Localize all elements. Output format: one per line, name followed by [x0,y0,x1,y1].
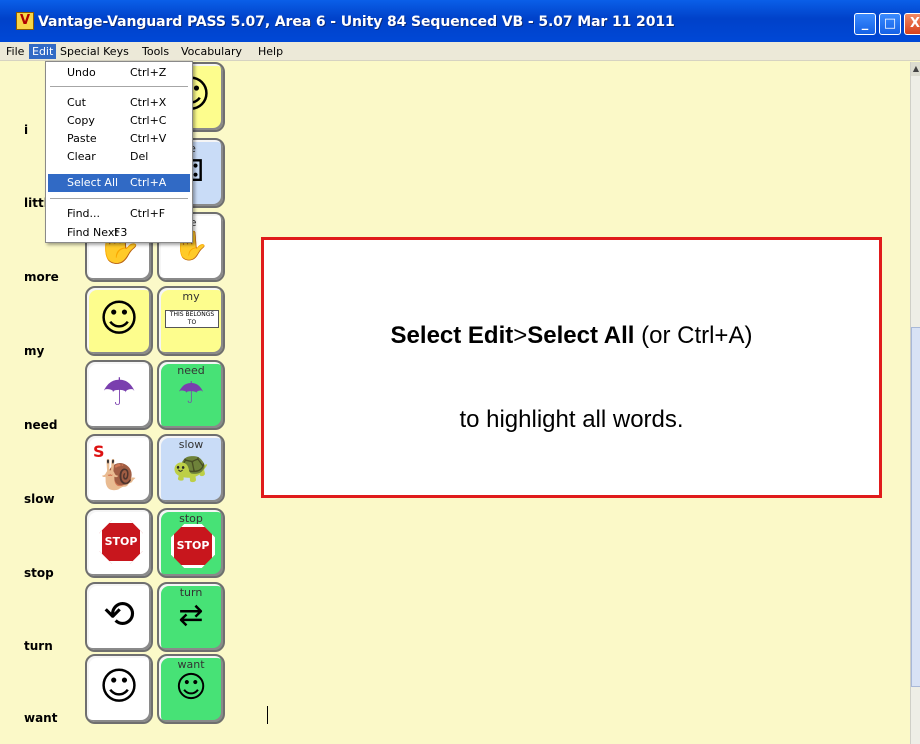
menu-item-label: Paste [67,132,97,145]
tag-icon: THIS BELONGS TO [165,310,219,328]
callout-separator: > [513,322,528,349]
key-need-right[interactable]: need ☂ [157,360,225,430]
menu-item-shortcut: Ctrl+F [130,207,166,220]
menu-item-label: Clear [67,150,96,163]
word-turn[interactable]: turn [24,639,53,653]
app-icon: V [16,12,34,30]
menu-item-shortcut: Ctrl+A [130,176,167,189]
maximize-icon: □ [883,16,897,31]
edit-menu-dropdown: Undo Ctrl+Z Cut Ctrl+X Copy Ctrl+C Paste… [45,61,193,243]
menu-item-shortcut: Ctrl+X [130,96,167,109]
menu-item-label: Cut [67,96,86,109]
menu-item-shortcut: Ctrl+C [130,114,167,127]
menu-item-paste[interactable]: Paste Ctrl+V [48,130,190,148]
word-need[interactable]: need [24,418,57,432]
word-want[interactable]: want [24,711,57,725]
key-want-left[interactable]: ☺ [85,654,153,724]
word-i[interactable]: i [24,123,28,137]
menu-item-cut[interactable]: Cut Ctrl+X [48,94,190,112]
menu-item-shortcut: Del [130,150,149,163]
key-turn-left[interactable]: ⟲ [85,582,153,652]
menu-item-find-next[interactable]: Find Next F3 [48,224,190,242]
menu-item-select-all[interactable]: Select All Ctrl+A [48,174,190,192]
stop-sign-icon: STOP [171,524,215,568]
menu-item-label: Undo [67,66,96,79]
menu-item-shortcut: F3 [114,226,128,239]
instruction-callout: Select Edit>Select All (or Ctrl+A) to hi… [261,237,882,498]
vending-person-icon: ☺ [175,670,207,705]
key-turn-right[interactable]: turn ⇄ [157,582,225,652]
close-icon: X [909,16,920,31]
key-slow-left[interactable]: S 🐌 [85,434,153,504]
menu-item-label: Find... [67,207,101,220]
callout-shortcut-text: (or Ctrl+A) [634,322,753,349]
scroll-up-arrow-icon[interactable]: ▲ [911,62,920,76]
menu-item-label: Find Next [67,226,119,239]
callout-line-2: to highlight all words. [459,406,684,433]
word-stop[interactable]: stop [24,566,54,580]
menu-tools[interactable]: Tools [139,44,172,59]
turn-arrows-icon: ⇄ [178,598,204,633]
turtle-icon: 🐢 [172,450,210,485]
key-my-right[interactable]: my THIS BELONGS TO [157,286,225,356]
window-title: Vantage-Vanguard PASS 5.07, Area 6 - Uni… [38,14,675,30]
vending-person-icon: ☺ [99,664,139,708]
close-button[interactable]: X [904,13,920,35]
key-label-my: my [182,290,200,303]
umbrella-icon: ☂ [177,376,205,411]
menu-item-label: Copy [67,114,95,127]
key-label-stop: stop [179,512,203,525]
key-stop-left[interactable]: STOP [85,508,153,578]
menu-separator [50,86,188,87]
menu-item-undo[interactable]: Undo Ctrl+Z [48,64,190,82]
menu-bar: File Edit Special Keys Tools Vocabulary … [0,42,920,61]
minimize-button[interactable]: _ [854,13,876,35]
scroll-thumb[interactable] [911,327,920,687]
menu-item-copy[interactable]: Copy Ctrl+C [48,112,190,130]
word-slow[interactable]: slow [24,492,55,506]
menu-special-keys[interactable]: Special Keys [57,44,132,59]
key-stop-right[interactable]: stop STOP [157,508,225,578]
title-bar: V Vantage-Vanguard PASS 5.07, Area 6 - U… [0,0,920,42]
menu-item-label: Select All [67,176,119,189]
vertical-scrollbar[interactable]: ▲ [910,62,920,744]
rotate-icon: ⟲ [103,592,135,636]
menu-item-clear[interactable]: Clear Del [48,148,190,166]
callout-edit-text: Select Edit [390,322,514,349]
word-more[interactable]: more [24,270,59,284]
key-need-left[interactable]: ☂ [85,360,153,430]
menu-separator [50,198,188,199]
menu-edit[interactable]: Edit [29,44,57,59]
menu-file[interactable]: File [3,44,27,59]
word-my[interactable]: my [24,344,44,358]
minimize-icon: _ [861,16,869,31]
key-slow-right[interactable]: slow 🐢 [157,434,225,504]
callout-line-1: Select Edit>Select All (or Ctrl+A) [264,322,879,350]
key-want-right[interactable]: want ☺ [157,654,225,724]
callout-select-all-text: Select All [527,322,635,349]
snail-icon: 🐌 [100,458,138,493]
text-caret [267,706,268,724]
menu-item-shortcut: Ctrl+V [130,132,167,145]
menu-help[interactable]: Help [255,44,286,59]
key-my-left[interactable]: ☺ [85,286,153,356]
menu-item-shortcut: Ctrl+Z [130,66,167,79]
umbrella-icon: ☂ [101,370,137,414]
menu-item-find[interactable]: Find... Ctrl+F [48,205,190,223]
stop-sign-icon: STOP [99,520,143,564]
menu-vocabulary[interactable]: Vocabulary [178,44,245,59]
person-icon: ☺ [99,296,139,340]
maximize-button[interactable]: □ [879,13,901,35]
